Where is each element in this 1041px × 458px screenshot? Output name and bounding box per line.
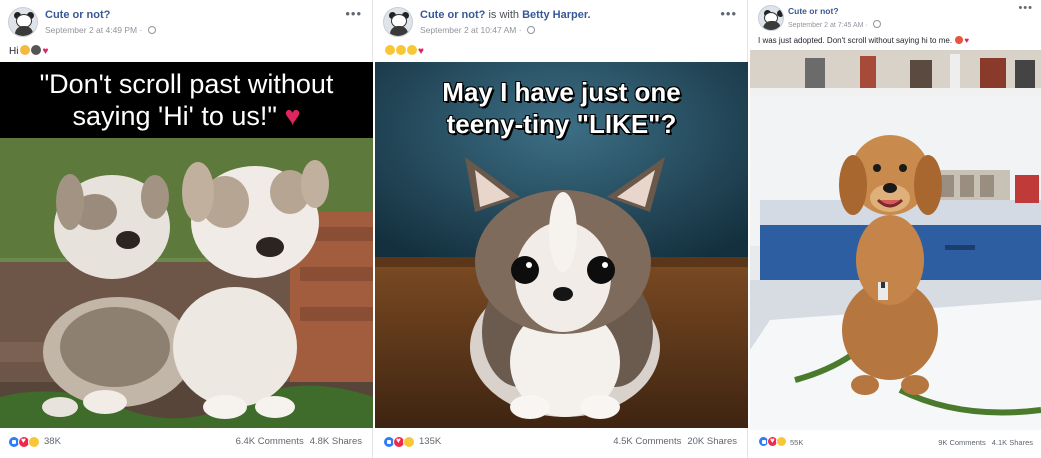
post-footer: 38K 6.4K Comments 4.8K Shares: [0, 430, 372, 454]
page-name[interactable]: Cute or not?: [45, 9, 110, 21]
more-options-icon[interactable]: •••: [1018, 2, 1033, 14]
post-caption: I was just adopted. Don't scroll without…: [758, 36, 969, 45]
page-name-link[interactable]: Cute or not?: [420, 9, 485, 21]
post-header: Cute or not? is with Betty Harper. Septe…: [375, 0, 747, 44]
paw-emoji-icon: [31, 45, 42, 55]
comments-count[interactable]: 4.5K Comments: [613, 436, 681, 447]
heart-eyes-emoji-icon: [955, 36, 964, 44]
timestamp-text[interactable]: September 2 at 7:45 AM: [788, 22, 864, 29]
feed: Cute or not? September 2 at 4:49 PM · ••…: [0, 0, 1041, 458]
post-caption: ♥: [384, 45, 424, 57]
smile-emoji-icon: [407, 45, 417, 55]
engagement-stats: 9K Comments 4.1K Shares: [938, 438, 1033, 447]
heart-emoji-icon: ♥: [418, 46, 424, 57]
image-text-line1: May I have just one: [442, 77, 681, 107]
post-footer: 55K 9K Comments 4.1K Shares: [750, 430, 1041, 454]
with-text: is with: [485, 9, 523, 21]
image-text-line1: "Don't scroll past without: [39, 69, 334, 99]
reaction-count[interactable]: 55K: [790, 438, 803, 447]
post-golden-retriever: Cute or not? September 2 at 7:45 AM · ••…: [750, 0, 1041, 458]
post-photo[interactable]: May I have just one teeny-tiny "LIKE"?: [375, 62, 748, 428]
globe-icon: [872, 20, 881, 28]
post-bulldogs: Cute or not? September 2 at 4:49 PM · ••…: [0, 0, 373, 458]
image-text-line2: saying 'Hi' to us!": [72, 101, 277, 131]
post-photo[interactable]: "Don't scroll past without saying 'Hi' t…: [0, 62, 373, 428]
image-text-line2: teeny-tiny "LIKE"?: [446, 109, 677, 139]
page-name-link[interactable]: Cute or not?: [45, 9, 110, 21]
caption-text: Hi: [9, 46, 19, 57]
image-overlay-text: May I have just one teeny-tiny "LIKE"?: [375, 76, 748, 140]
haha-reaction-icon: [28, 436, 40, 448]
post-photo[interactable]: [750, 50, 1041, 430]
smile-emoji-icon: [396, 45, 406, 55]
engagement-stats: 4.5K Comments 20K Shares: [613, 436, 737, 447]
golden-retriever-puppy-image: [750, 50, 1041, 430]
post-footer: 135K 4.5K Comments 20K Shares: [375, 430, 747, 454]
post-caption: Hi ♥: [9, 45, 48, 57]
heart-emoji-icon: ♥: [42, 46, 49, 57]
comments-count[interactable]: 9K Comments: [938, 438, 986, 447]
page-avatar[interactable]: [8, 7, 38, 37]
post-header: Cute or not? September 2 at 4:49 PM · ••…: [0, 0, 372, 44]
tagged-person-link[interactable]: Betty Harper.: [522, 9, 590, 21]
smile-emoji-icon: [385, 45, 395, 55]
image-overlay-text: "Don't scroll past without saying 'Hi' t…: [0, 68, 373, 132]
page-name-link[interactable]: Cute or not?: [788, 6, 839, 16]
engagement-stats: 6.4K Comments 4.8K Shares: [236, 436, 362, 447]
page-name: Cute or not? is with Betty Harper.: [420, 9, 591, 21]
more-options-icon[interactable]: •••: [720, 6, 737, 21]
post-timestamp[interactable]: September 2 at 4:49 PM ·: [45, 25, 156, 35]
shares-count[interactable]: 4.8K Shares: [310, 436, 362, 447]
haha-reaction-icon: [776, 436, 787, 447]
caption-text: I was just adopted. Don't scroll without…: [758, 36, 953, 45]
page-avatar[interactable]: [383, 7, 413, 37]
heart-emoji-icon: ♥: [964, 36, 970, 45]
shares-count[interactable]: 20K Shares: [687, 436, 737, 447]
page-name: Cute or not?: [788, 6, 839, 16]
more-options-icon[interactable]: •••: [345, 6, 362, 21]
post-chihuahua: Cute or not? is with Betty Harper. Septe…: [375, 0, 748, 458]
shares-count[interactable]: 4.1K Shares: [992, 438, 1033, 447]
post-header: Cute or not? September 2 at 7:45 AM · ••…: [750, 0, 1041, 38]
heart-emoji-icon: ♥: [284, 101, 301, 131]
timestamp-text[interactable]: September 2 at 4:49 PM: [45, 25, 137, 35]
reaction-count[interactable]: 135K: [419, 436, 441, 447]
wave-hand-emoji-icon: [20, 45, 31, 55]
reaction-count[interactable]: 38K: [44, 436, 61, 447]
comments-count[interactable]: 6.4K Comments: [236, 436, 304, 447]
post-timestamp[interactable]: September 2 at 7:45 AM ·: [788, 20, 881, 29]
post-timestamp[interactable]: September 2 at 10:47 AM ·: [420, 25, 535, 35]
wow-reaction-icon: [403, 436, 415, 448]
timestamp-text[interactable]: September 2 at 10:47 AM: [420, 25, 516, 35]
globe-icon: [147, 26, 156, 34]
globe-icon: [526, 26, 535, 34]
page-avatar[interactable]: [758, 5, 784, 31]
